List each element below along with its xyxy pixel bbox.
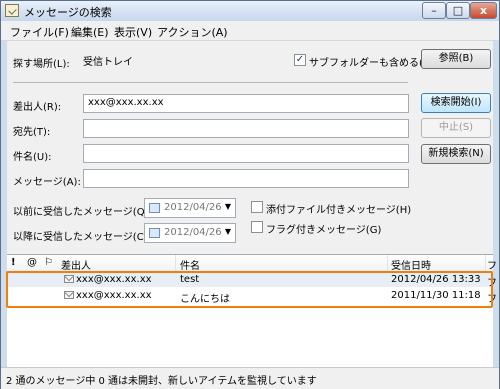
column-divider[interactable] <box>485 255 486 271</box>
subject-field[interactable] <box>83 144 409 163</box>
flagged-label: フラグ付きメッセージ(G) <box>266 225 382 236</box>
col-extra[interactable]: フ <box>487 257 497 272</box>
separator <box>13 82 408 83</box>
calendar-icon <box>149 203 160 213</box>
maximize-button[interactable]: □ <box>446 2 470 19</box>
received-after-label: 以降に受信したメッセージ(C): <box>13 232 151 243</box>
message-field[interactable] <box>83 169 409 188</box>
status-text: 2 通のメッセージ中 0 通は未開封、新しいアイテムを監視しています <box>6 376 317 387</box>
new-search-button[interactable]: 新規検索(N) <box>421 144 491 164</box>
col-flag[interactable]: ⚐ <box>44 257 53 268</box>
received-after-date-picker[interactable]: 2012/04/26 ▼ <box>144 223 236 243</box>
subfolders-label: サブフォルダーも含める(D) <box>309 58 435 69</box>
start-search-button[interactable]: 検索開始(I) <box>421 93 491 113</box>
calendar-icon <box>149 228 160 238</box>
subfolders-checkbox[interactable]: ✓ <box>294 54 306 66</box>
message-label: メッセージ(A): <box>13 177 81 188</box>
menu-view[interactable]: 表示(V) <box>114 24 152 40</box>
window-title: メッセージの検索 <box>24 6 112 19</box>
attachment-label: 添付ファイル付きメッセージ(H) <box>266 205 412 216</box>
close-button[interactable]: x <box>470 2 497 19</box>
menu-edit[interactable]: 編集(E) <box>71 24 109 40</box>
menu-bar: ファイル(F) 編集(E) 表示(V) アクション(A) <box>1 21 499 41</box>
received-before-date-picker[interactable]: 2012/04/26 ▼ <box>144 198 236 218</box>
received-before-label: 以前に受信したメッセージ(Q): <box>13 207 152 218</box>
location-value: 受信トレイ <box>83 57 133 68</box>
received-after-value: 2012/04/26 <box>164 227 222 238</box>
location-label: 探す場所(L): <box>13 59 70 70</box>
col-subject[interactable]: 件名 <box>180 257 200 272</box>
col-attachment[interactable]: @ <box>27 257 37 268</box>
to-field[interactable] <box>83 119 409 138</box>
col-importance[interactable]: ! <box>11 257 16 268</box>
minimize-button[interactable]: – <box>422 2 446 19</box>
from-field[interactable]: xxx@xxx.xx.xx <box>83 94 409 113</box>
menu-file[interactable]: ファイル(F) <box>10 24 69 40</box>
column-divider[interactable] <box>387 255 388 271</box>
from-label: 差出人(R): <box>13 102 62 113</box>
subject-label: 件名(U): <box>13 152 52 163</box>
menu-action[interactable]: アクション(A) <box>157 24 228 40</box>
column-divider[interactable] <box>175 255 176 271</box>
title-bar[interactable]: メッセージの検索 – □ x <box>1 1 499 21</box>
search-criteria-panel: 探す場所(L): 受信トレイ ✓ サブフォルダーも含める(D) 参照(B) 差出… <box>7 41 493 254</box>
stop-button[interactable]: 中止(S) <box>421 118 491 138</box>
results-highlight-box <box>6 271 493 308</box>
chevron-down-icon[interactable]: ▼ <box>225 202 231 211</box>
mail-app-icon <box>5 4 19 17</box>
flagged-checkbox[interactable] <box>251 221 263 233</box>
results-header: ! @ ⚐ 差出人 件名 受信日時 フ <box>7 255 497 272</box>
status-bar: 2 通のメッセージ中 0 通は未開封、新しいアイテムを監視しています <box>1 367 499 389</box>
find-messages-window: メッセージの検索 – □ x ファイル(F) 編集(E) 表示(V) アクション… <box>0 0 500 389</box>
col-from[interactable]: 差出人 <box>61 257 91 272</box>
col-received[interactable]: 受信日時 <box>391 257 431 272</box>
browse-button[interactable]: 参照(B) <box>421 49 491 69</box>
received-before-value: 2012/04/26 <box>164 202 222 213</box>
to-label: 宛先(T): <box>13 127 51 138</box>
chevron-down-icon[interactable]: ▼ <box>225 227 231 236</box>
attachment-checkbox[interactable] <box>251 201 263 213</box>
